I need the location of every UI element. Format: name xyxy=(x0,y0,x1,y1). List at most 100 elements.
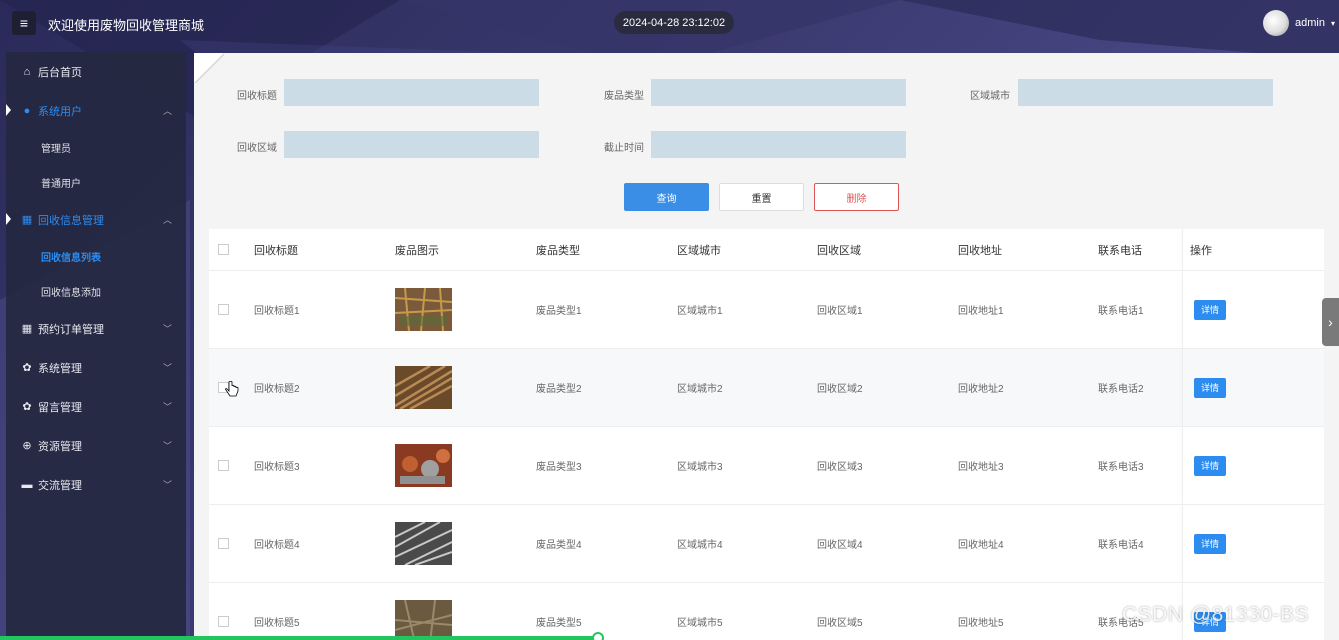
column-header: 废品类型 xyxy=(536,244,580,257)
avatar[interactable] xyxy=(1263,10,1290,36)
sidebar-item-exchange[interactable]: ▬ 交流管理 ﹀ xyxy=(6,465,186,504)
row-area: 回收区域3 xyxy=(817,462,863,473)
column-header: 回收地址 xyxy=(958,244,1002,257)
row-title: 回收标题2 xyxy=(254,384,300,395)
row-city: 区域城市2 xyxy=(677,384,723,395)
delete-button[interactable]: 删除 xyxy=(814,183,899,211)
chat-icon: ▬ xyxy=(21,478,33,491)
row-type: 废品类型1 xyxy=(536,306,582,317)
sidebar-subitem-recycle-list[interactable]: 回收信息列表 xyxy=(6,239,186,274)
detail-button[interactable]: 详情 xyxy=(1194,377,1226,398)
row-checkbox[interactable] xyxy=(218,304,229,315)
sidebar-item-system-users[interactable]: ● 系统用户 ︿ xyxy=(6,91,186,130)
row-address: 回收地址2 xyxy=(958,384,1004,395)
sidebar-item-label: 预约订单管理 xyxy=(38,323,104,336)
sidebar-item-orders[interactable]: ▦ 预约订单管理 ﹀ xyxy=(6,309,186,348)
sidebar-item-label: 系统管理 xyxy=(38,362,82,375)
chevron-down-icon: ﹀ xyxy=(162,363,172,373)
detail-button[interactable]: 详情 xyxy=(1194,455,1226,476)
watermark: CSDN @81330-BS xyxy=(1122,603,1310,626)
plus-icon: ⊕ xyxy=(22,440,32,452)
user-icon: ● xyxy=(23,104,31,117)
row-type: 废品类型4 xyxy=(536,540,582,551)
user-menu[interactable]: admin ▾ xyxy=(1263,6,1335,40)
grid-icon: ▦ xyxy=(21,214,33,226)
type-label: 废品类型 xyxy=(604,91,644,102)
reset-button[interactable]: 重置 xyxy=(719,183,804,211)
page-corner xyxy=(194,53,224,83)
row-type: 废品类型2 xyxy=(536,384,582,395)
deadline-label: 截止时间 xyxy=(604,143,644,154)
table-row: 回收标题4 废品类型4 区域城市4 回收区域4 回收地址4 联系电话4 详情 xyxy=(209,505,1324,583)
row-title: 回收标题3 xyxy=(254,462,300,473)
sidebar-item-recycle-info[interactable]: ▦ 回收信息管理 ︿ xyxy=(6,200,186,239)
chevron-down-icon[interactable]: ▾ xyxy=(1331,19,1335,28)
row-city: 区域城市1 xyxy=(677,306,723,317)
progress-knob[interactable] xyxy=(592,632,604,640)
row-city: 区域城市3 xyxy=(677,462,723,473)
row-checkbox[interactable] xyxy=(218,616,229,627)
row-area: 回收区域1 xyxy=(817,306,863,317)
waste-image xyxy=(395,600,452,640)
sidebar-item-system-management[interactable]: ✿ 系统管理 ﹀ xyxy=(6,348,186,387)
query-button[interactable]: 查询 xyxy=(624,183,709,211)
column-header: 回收区域 xyxy=(817,244,861,257)
row-phone: 联系电话4 xyxy=(1098,540,1144,551)
title-input[interactable] xyxy=(284,79,539,106)
waste-image xyxy=(395,288,452,331)
sidebar-item-label: 系统用户 xyxy=(38,105,82,118)
row-address: 回收地址4 xyxy=(958,540,1004,551)
gear-icon: ✿ xyxy=(22,401,32,413)
recycle-table: 回收标题 废品图示 废品类型 区域城市 回收区域 回收地址 联系电话 操作 回收… xyxy=(209,229,1324,640)
chevron-down-icon: ﹀ xyxy=(162,324,172,334)
gear-icon: ✿ xyxy=(22,362,32,374)
area-label: 回收区域 xyxy=(237,143,277,154)
row-area: 回收区域4 xyxy=(817,540,863,551)
chevron-down-icon: ﹀ xyxy=(162,441,172,451)
table-row: 回收标题1 废品类型1 区域城市1 回收区域1 回收地址1 联系电话1 详情 xyxy=(209,271,1324,349)
detail-button[interactable]: 详情 xyxy=(1194,299,1226,320)
sidebar-item-label: 留言管理 xyxy=(38,401,82,414)
sidebar-item-resources[interactable]: ⊕ 资源管理 ﹀ xyxy=(6,426,186,465)
row-checkbox[interactable] xyxy=(218,538,229,549)
hand-cursor-icon xyxy=(225,381,239,397)
row-city: 区域城市5 xyxy=(677,618,723,629)
waste-image xyxy=(395,366,452,409)
sidebar-item-label: 资源管理 xyxy=(38,440,82,453)
chevron-up-icon: ︿ xyxy=(162,106,172,116)
row-area: 回收区域2 xyxy=(817,384,863,395)
column-header: 操作 xyxy=(1190,244,1212,257)
column-divider xyxy=(1182,229,1183,270)
type-input[interactable] xyxy=(651,79,906,106)
row-address: 回收地址1 xyxy=(958,306,1004,317)
chevron-right-icon[interactable]: › xyxy=(1322,298,1339,346)
deadline-input[interactable] xyxy=(651,131,906,158)
row-title: 回收标题4 xyxy=(254,540,300,551)
title-label: 回收标题 xyxy=(237,91,277,102)
sidebar-item-label: 交流管理 xyxy=(38,479,82,492)
hamburger-icon[interactable]: ≡ xyxy=(12,11,36,35)
row-address: 回收地址3 xyxy=(958,462,1004,473)
row-area: 回收区域5 xyxy=(817,618,863,629)
chevron-down-icon: ﹀ xyxy=(162,480,172,490)
row-city: 区域城市4 xyxy=(677,540,723,551)
area-input[interactable] xyxy=(284,131,539,158)
sidebar-item-home[interactable]: ⌂ 后台首页 xyxy=(6,52,186,91)
username-label[interactable]: admin xyxy=(1295,17,1325,29)
sidebar-item-label: 后台首页 xyxy=(38,66,82,79)
waste-image xyxy=(395,522,452,565)
column-divider xyxy=(1182,427,1183,504)
row-checkbox[interactable] xyxy=(218,460,229,471)
sidebar-subitem-users[interactable]: 普通用户 xyxy=(6,165,186,200)
sidebar: ⌂ 后台首页 ● 系统用户 ︿ 管理员 普通用户 ▦ 回收信息管理 ︿ 回收信息… xyxy=(6,52,186,640)
detail-button[interactable]: 详情 xyxy=(1194,533,1226,554)
select-all-checkbox[interactable] xyxy=(218,244,229,255)
sidebar-item-messages[interactable]: ✿ 留言管理 ﹀ xyxy=(6,387,186,426)
sidebar-subitem-recycle-add[interactable]: 回收信息添加 xyxy=(6,274,186,309)
row-phone: 联系电话1 xyxy=(1098,306,1144,317)
column-header: 废品图示 xyxy=(395,244,439,257)
sidebar-subitem-admins[interactable]: 管理员 xyxy=(6,130,186,165)
row-phone: 联系电话3 xyxy=(1098,462,1144,473)
city-input[interactable] xyxy=(1018,79,1273,106)
chevron-down-icon: ﹀ xyxy=(162,402,172,412)
